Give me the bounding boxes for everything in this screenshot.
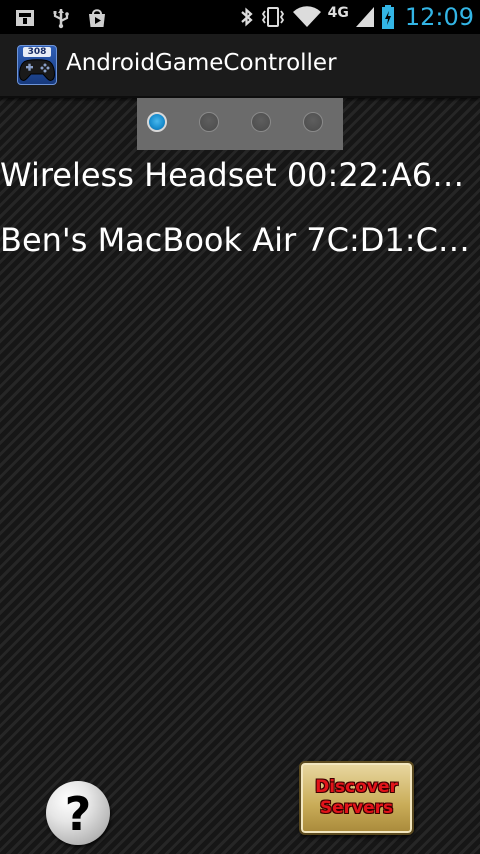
app-screen: 4G 12:09 308 AndroidGameController Wirel…	[0, 0, 480, 854]
bluetooth-icon	[240, 7, 253, 27]
signal-icon	[355, 7, 374, 27]
app-icon-number: 308	[23, 47, 51, 57]
page-dot-1[interactable]	[147, 112, 167, 132]
page-indicator	[137, 98, 343, 150]
discover-servers-button[interactable]: Discover Servers	[299, 761, 414, 835]
notification-icons	[14, 7, 108, 29]
page-dot-3[interactable]	[251, 112, 271, 132]
help-icon: ?	[64, 787, 92, 841]
action-bar: 308 AndroidGameController	[0, 34, 480, 98]
help-button[interactable]: ?	[46, 781, 110, 845]
usb-icon	[53, 9, 69, 29]
discover-label-line1: Discover	[315, 777, 398, 797]
device-list-item[interactable]: Wireless Headset 00:22:A6:40…	[0, 147, 480, 203]
network-type-label: 4G	[327, 5, 349, 21]
app-icon[interactable]: 308	[17, 45, 57, 85]
system-icons: 4G 12:09	[240, 2, 474, 32]
wifi-icon	[292, 6, 321, 28]
page-dot-4[interactable]	[303, 112, 323, 132]
notification-box-icon	[16, 10, 34, 26]
device-list-item[interactable]: Ben's MacBook Air 7C:D1:C3:…	[0, 212, 480, 268]
battery-icon	[381, 5, 394, 29]
status-bar: 4G 12:09	[0, 0, 480, 34]
discover-label-line2: Servers	[319, 798, 394, 818]
page-dot-2[interactable]	[199, 112, 219, 132]
play-store-icon	[89, 9, 105, 27]
gamepad-icon	[19, 59, 55, 81]
clock: 12:09	[404, 3, 474, 31]
vibrate-icon	[261, 7, 284, 27]
app-title: AndroidGameController	[66, 50, 337, 76]
